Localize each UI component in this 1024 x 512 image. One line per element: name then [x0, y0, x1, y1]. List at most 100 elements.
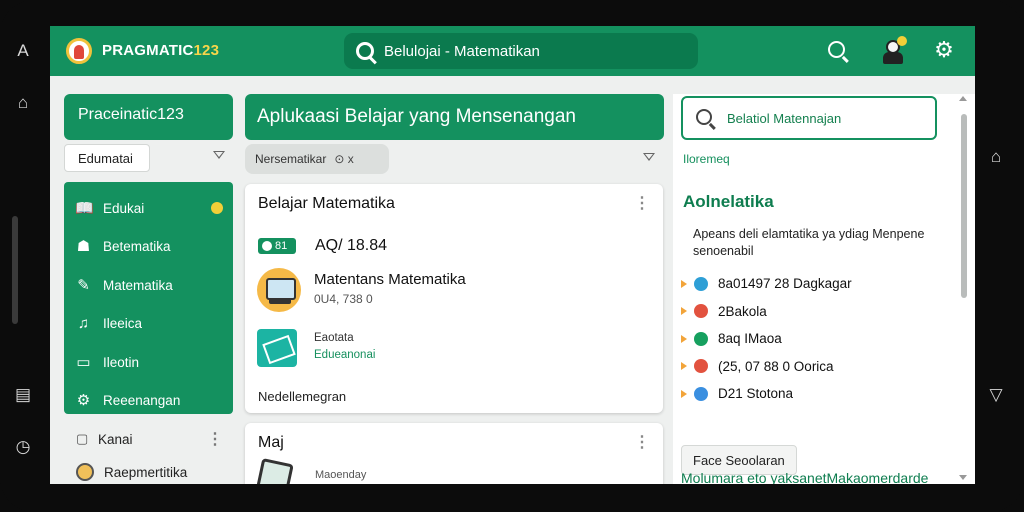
calendar-icon [694, 304, 708, 319]
page-title: Aplukaasi Belajar yang Mensenangan [245, 94, 664, 140]
card-title: Maj [258, 434, 284, 451]
list-item-label: 8aq IMaoa [718, 331, 782, 347]
stat-value: AQ/ 18.84 [315, 237, 388, 254]
education-title: Eaotata [314, 332, 354, 344]
score-badge: 81 [258, 238, 296, 254]
time-icon [694, 386, 708, 401]
avatar [76, 463, 94, 481]
filter-row: Nersematikar ⊙ x [245, 144, 663, 174]
menu-list-icon[interactable]: ▤ [8, 380, 38, 410]
sidebar-menu: 📖 Edukai ☗ Betematika ✎ Matematika ♫ Ile… [64, 182, 233, 414]
filter-chip-label: Nersematikar [255, 152, 327, 166]
scroll-thumb[interactable] [961, 114, 967, 298]
profile-avatar-icon[interactable] [881, 36, 907, 64]
sidebar-row-label: Kanai [98, 431, 133, 447]
right-search-field[interactable]: Belatiol Matennajan [681, 96, 937, 140]
tablet-icon [256, 458, 294, 484]
more-options-icon[interactable]: ⋮ [634, 432, 650, 452]
panel-footer-text[interactable]: Molumara eto yaksanetMakaomerdarde [681, 470, 928, 484]
triangle-marker-icon [681, 362, 687, 371]
settings-icon: ⚙ [76, 392, 91, 410]
puzzle-icon [694, 276, 708, 291]
chevron-down-icon[interactable] [643, 153, 657, 165]
monitor-icon: ▭ [76, 353, 91, 371]
book-icon: 📖 [75, 199, 94, 217]
home-outline-icon[interactable]: ⌂ [8, 88, 38, 118]
search-icon [696, 109, 712, 125]
top-search-text: Belulojai - Matematikan [384, 43, 540, 60]
avatar-body [883, 52, 903, 64]
tablet-device: A ⌂ ▤ ◷ ⌂ ▽ PRAGMATIC123 Belulojai - Mat… [0, 0, 1024, 512]
card-footer-text: Nedellemegran [258, 389, 347, 404]
music-icon: ♫ [77, 315, 90, 333]
dropdown-value[interactable]: Edumatai [64, 144, 150, 172]
search-button-icon[interactable] [828, 41, 845, 58]
brand-number: 123 [193, 42, 220, 59]
education-item[interactable]: Eaotata Edueanonai [257, 329, 637, 369]
sidebar-item-ileotin[interactable]: ▭ Ileotin [64, 343, 233, 382]
volume-rocker[interactable] [12, 216, 18, 324]
course-item[interactable]: Matentans Matematika 0U4, 738 0 [257, 268, 637, 314]
group-icon: ☗ [76, 238, 91, 256]
sidebar-item-matematika[interactable]: ✎ Matematika [64, 266, 233, 305]
list-item-label: 8a01497 28 Dagkagar [718, 276, 852, 292]
sidebar-brand-card[interactable]: Praceinatic123 [64, 94, 233, 140]
panel-list: 8a01497 28 Dagkagar 2Bakola 8aq IMaoa (2… [681, 270, 941, 408]
list-item[interactable]: D21 Stotona [681, 380, 941, 408]
triangle-marker-icon [681, 307, 687, 316]
scroll-down-icon[interactable] [959, 475, 967, 480]
description-line: senoenabil [693, 244, 754, 258]
filter-chip[interactable]: Nersematikar ⊙ x [245, 144, 389, 174]
clipboard-icon [694, 359, 708, 374]
gear-icon[interactable]: ⚙ [933, 39, 955, 61]
font-icon[interactable]: A [8, 36, 38, 66]
sidebar-item-label: Matematika [103, 277, 173, 293]
home-nav-icon[interactable]: ⌂ [981, 142, 1011, 172]
secondary-card[interactable]: Maj ⋮ Maoenday [245, 423, 663, 484]
panel-description: Apeans deli elamtatika ya ydiag Menpene … [693, 226, 941, 260]
sidebar-item-reeenangan[interactable]: ⚙ Reeenangan [64, 382, 233, 421]
top-search-field[interactable]: Belulojai - Matematikan [344, 33, 698, 69]
sidebar-item-label: Edukai [103, 200, 145, 216]
square-icon: ▢ [76, 431, 89, 446]
sidebar-row-label: Raepmertitika [104, 464, 188, 480]
category-dropdown[interactable]: Edumatai [64, 144, 233, 172]
app-screen: PRAGMATIC123 Belulojai - Matematikan ⚙ P… [50, 26, 975, 484]
settings-badge-icon [211, 202, 223, 214]
clock-icon[interactable]: ◷ [8, 432, 38, 462]
triangle-marker-icon [681, 389, 687, 398]
sidebar-item-edukai[interactable]: 📖 Edukai [64, 189, 233, 228]
card-title: Belajar Matematika [258, 195, 395, 212]
vertical-scrollbar[interactable] [959, 96, 969, 480]
triangle-marker-icon [681, 334, 687, 343]
list-item[interactable]: (25, 07 88 0 Oorica [681, 353, 941, 381]
brand-name: PRAGMATIC [102, 42, 194, 59]
chevron-down-icon[interactable] [213, 151, 225, 161]
triangle-marker-icon [681, 279, 687, 288]
list-item[interactable]: 2Bakola [681, 298, 941, 326]
sidebar-row-profile[interactable]: Raepmertitika [64, 457, 233, 484]
list-item[interactable]: 8aq IMaoa [681, 325, 941, 353]
sidebar-row-kanai[interactable]: ▢ Kanai ⋮ [64, 424, 233, 454]
scroll-up-icon[interactable] [959, 96, 967, 101]
brand-title[interactable]: PRAGMATIC123 [102, 42, 219, 59]
list-item[interactable]: 8a01497 28 Dagkagar [681, 270, 941, 298]
pencil-icon: ✎ [77, 276, 90, 294]
panel-heading: Aolnelatika [683, 192, 774, 211]
lesson-card[interactable]: Belajar Matematika ⋮ 81 AQ/ 18.84 Matent… [245, 184, 663, 413]
pragmatic-logo-icon[interactable] [66, 38, 92, 64]
sidebar-item-betematika[interactable]: ☗ Betematika [64, 228, 233, 267]
card-meta: Maoenday [315, 469, 367, 481]
panel-label: Iloremeq [683, 152, 730, 166]
close-icon[interactable]: ⊙ x [334, 152, 353, 166]
computer-icon [257, 268, 301, 312]
list-item-label: 2Bakola [718, 303, 767, 319]
sidebar-item-label: Ileotin [103, 354, 140, 370]
sidebar-item-ileeica[interactable]: ♫ Ileeica [64, 305, 233, 344]
chat-icon [694, 331, 708, 346]
list-item-label: (25, 07 88 0 Oorica [718, 358, 834, 374]
course-title: Matentans Matematika [314, 271, 466, 288]
more-options-icon[interactable]: ⋮ [207, 429, 223, 449]
more-options-icon[interactable]: ⋮ [634, 193, 650, 213]
back-nav-icon[interactable]: ▽ [981, 380, 1011, 410]
